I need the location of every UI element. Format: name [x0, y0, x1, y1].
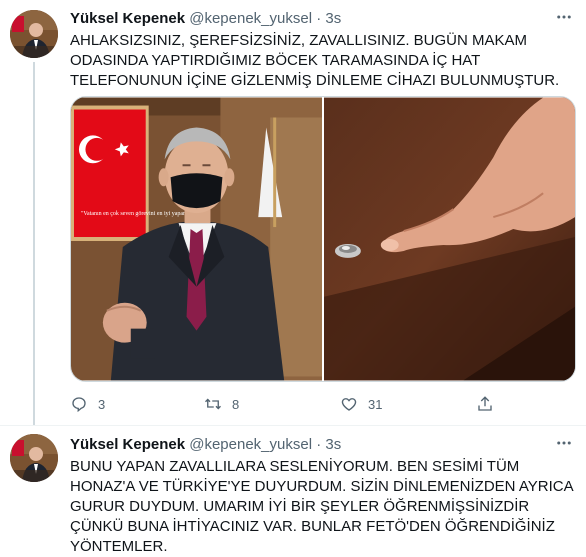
share-icon: [478, 396, 492, 411]
author-handle[interactable]: @kepenek_yuksel: [189, 436, 312, 453]
tweet-header: Yüksel Kepenek @kepenek_yuksel · 3s: [70, 436, 341, 456]
avatar-image: [10, 10, 58, 58]
retweet-icon: [205, 398, 221, 410]
timestamp[interactable]: 3s: [325, 436, 341, 453]
flag-caption: "Vatanın en çok seven görevini en iyi ya…: [81, 211, 197, 217]
photo-listening-device[interactable]: [324, 97, 575, 381]
reply-count: 3: [98, 396, 106, 412]
thread-connector: [33, 62, 35, 425]
photo-official[interactable]: "Vatanın en çok seven görevini en iyi ya…: [71, 97, 322, 381]
tweet-media[interactable]: "Vatanın en çok seven görevini en iyi ya…: [70, 96, 576, 382]
avatar-image: [10, 434, 58, 482]
more-icon[interactable]: [554, 434, 574, 454]
separator-dot: ·: [316, 10, 322, 27]
retweet-count: 8: [232, 396, 240, 412]
reply-button[interactable]: 3: [70, 392, 105, 416]
separator-dot: ·: [316, 436, 322, 453]
avatar[interactable]: [10, 10, 58, 58]
tweet-header: Yüksel Kepenek @kepenek_yuksel · 3s: [70, 10, 341, 30]
timestamp[interactable]: 3s: [325, 10, 341, 27]
author-name[interactable]: Yüksel Kepenek: [70, 436, 185, 453]
author-handle[interactable]: @kepenek_yuksel: [189, 10, 312, 27]
share-button[interactable]: [476, 392, 494, 416]
tweet[interactable]: Yüksel Kepenek @kepenek_yuksel · 3s BUNU…: [0, 425, 586, 555]
like-button[interactable]: 31: [340, 392, 382, 416]
avatar[interactable]: [10, 434, 58, 482]
tweet-text: BUNU YAPAN ZAVALLILARA SESLENİYORUM. BEN…: [70, 458, 573, 555]
tweet[interactable]: Yüksel Kepenek @kepenek_yuksel · 3s AHLA…: [0, 0, 586, 425]
tweet-text: AHLAKSIZSINIZ, ŞEREFSİZSİNİZ, ZAVALLISIN…: [70, 32, 560, 89]
more-icon[interactable]: [554, 8, 574, 28]
retweet-button[interactable]: 8: [204, 392, 239, 416]
heart-icon: [341, 398, 357, 411]
reply-icon: [72, 397, 86, 413]
author-name[interactable]: Yüksel Kepenek: [70, 10, 185, 27]
like-count: 31: [368, 396, 383, 412]
tweet-actions: 3 8 31: [70, 392, 500, 416]
